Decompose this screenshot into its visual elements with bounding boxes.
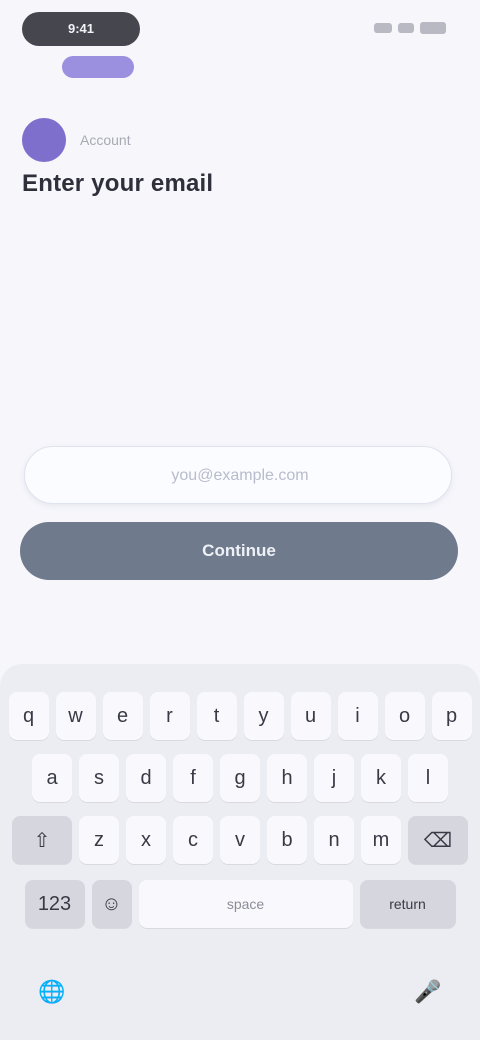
key-f[interactable]: f xyxy=(173,754,213,802)
avatar[interactable] xyxy=(22,118,66,162)
keyboard-row-1: q w e r t y u i o p xyxy=(0,692,480,740)
key-c[interactable]: c xyxy=(173,816,213,864)
app-chip[interactable] xyxy=(62,56,134,78)
status-bar: 9:41 xyxy=(0,0,480,60)
key-y[interactable]: y xyxy=(243,692,284,740)
key-b[interactable]: b xyxy=(267,816,307,864)
key-w[interactable]: w xyxy=(55,692,96,740)
wifi-icon xyxy=(398,23,414,33)
key-u[interactable]: u xyxy=(290,692,331,740)
globe-icon[interactable]: 🌐 xyxy=(30,970,74,1014)
key-g[interactable]: g xyxy=(220,754,260,802)
key-p[interactable]: p xyxy=(431,692,472,740)
email-field[interactable] xyxy=(25,447,455,505)
keyboard-row-4: 123 ☺ space return xyxy=(0,880,480,928)
key-q[interactable]: q xyxy=(8,692,49,740)
key-t[interactable]: t xyxy=(196,692,237,740)
key-z[interactable]: z xyxy=(79,816,119,864)
key-n[interactable]: n xyxy=(314,816,354,864)
emoji-icon[interactable]: ☺ xyxy=(91,880,132,928)
key-x[interactable]: x xyxy=(126,816,166,864)
shift-icon[interactable]: ⇧ xyxy=(12,816,72,864)
keyboard-row-2: a s d f g h j k l xyxy=(0,754,480,802)
continue-button[interactable]: Continue xyxy=(20,522,458,580)
key-o[interactable]: o xyxy=(384,692,425,740)
key-m[interactable]: m xyxy=(361,816,401,864)
key-d[interactable]: d xyxy=(126,754,166,802)
page-title: Enter your email xyxy=(22,170,214,197)
key-i[interactable]: i xyxy=(337,692,378,740)
mode-key[interactable]: 123 xyxy=(24,880,85,928)
key-e[interactable]: e xyxy=(102,692,143,740)
key-k[interactable]: k xyxy=(361,754,401,802)
status-icons xyxy=(374,22,446,34)
key-j[interactable]: j xyxy=(314,754,354,802)
key-l[interactable]: l xyxy=(408,754,448,802)
keyboard-row-3: ⇧ z x c v b n m ⌫ xyxy=(0,816,480,864)
key-v[interactable]: v xyxy=(220,816,260,864)
keyboard: q w e r t y u i o p a s d f g h j k l ⇧ … xyxy=(0,664,480,1040)
keyboard-bottom-bar: 🌐 🎤 xyxy=(0,962,480,1022)
profile-name: Account xyxy=(80,132,131,148)
microphone-icon[interactable]: 🎤 xyxy=(406,970,450,1014)
email-field-wrapper xyxy=(24,446,455,505)
battery-icon xyxy=(420,22,446,34)
return-key[interactable]: return xyxy=(359,880,456,928)
profile-row: Account xyxy=(22,118,131,162)
key-a[interactable]: a xyxy=(32,754,72,802)
key-r[interactable]: r xyxy=(149,692,190,740)
status-time: 9:41 xyxy=(67,21,95,36)
delete-icon[interactable]: ⌫ xyxy=(408,816,468,864)
signal-icon xyxy=(374,23,392,33)
space-key[interactable]: space xyxy=(138,880,353,928)
key-s[interactable]: s xyxy=(79,754,119,802)
time-pill: 9:41 xyxy=(22,12,140,46)
key-h[interactable]: h xyxy=(267,754,307,802)
